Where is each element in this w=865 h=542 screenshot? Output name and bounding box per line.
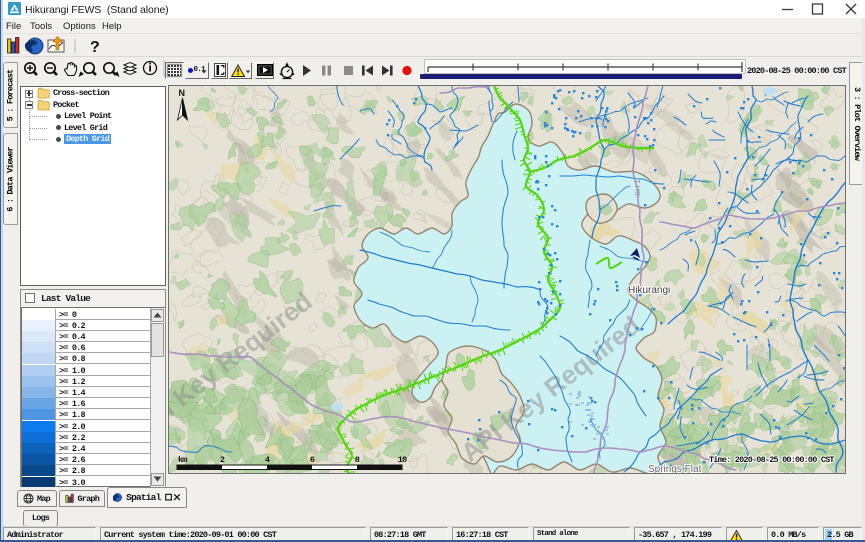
svg-text:N: N — [179, 88, 186, 98]
svg-text:8: 8 — [355, 455, 360, 465]
svg-text:10: 10 — [398, 455, 407, 465]
svg-text:Time: 2020-08-25 00:00:00 CST: Time: 2020-08-25 00:00:00 CST — [709, 455, 834, 465]
svg-text:SH 1: SH 1 — [633, 179, 642, 196]
svg-text:2: 2 — [220, 455, 225, 465]
svg-text:Springs Flat: Springs Flat — [648, 464, 702, 473]
svg-text:km: km — [178, 455, 187, 465]
svg-text:Hikurangi: Hikurangi — [628, 285, 670, 296]
svg-text:6: 6 — [310, 455, 315, 465]
svg-text:4: 4 — [265, 455, 270, 465]
